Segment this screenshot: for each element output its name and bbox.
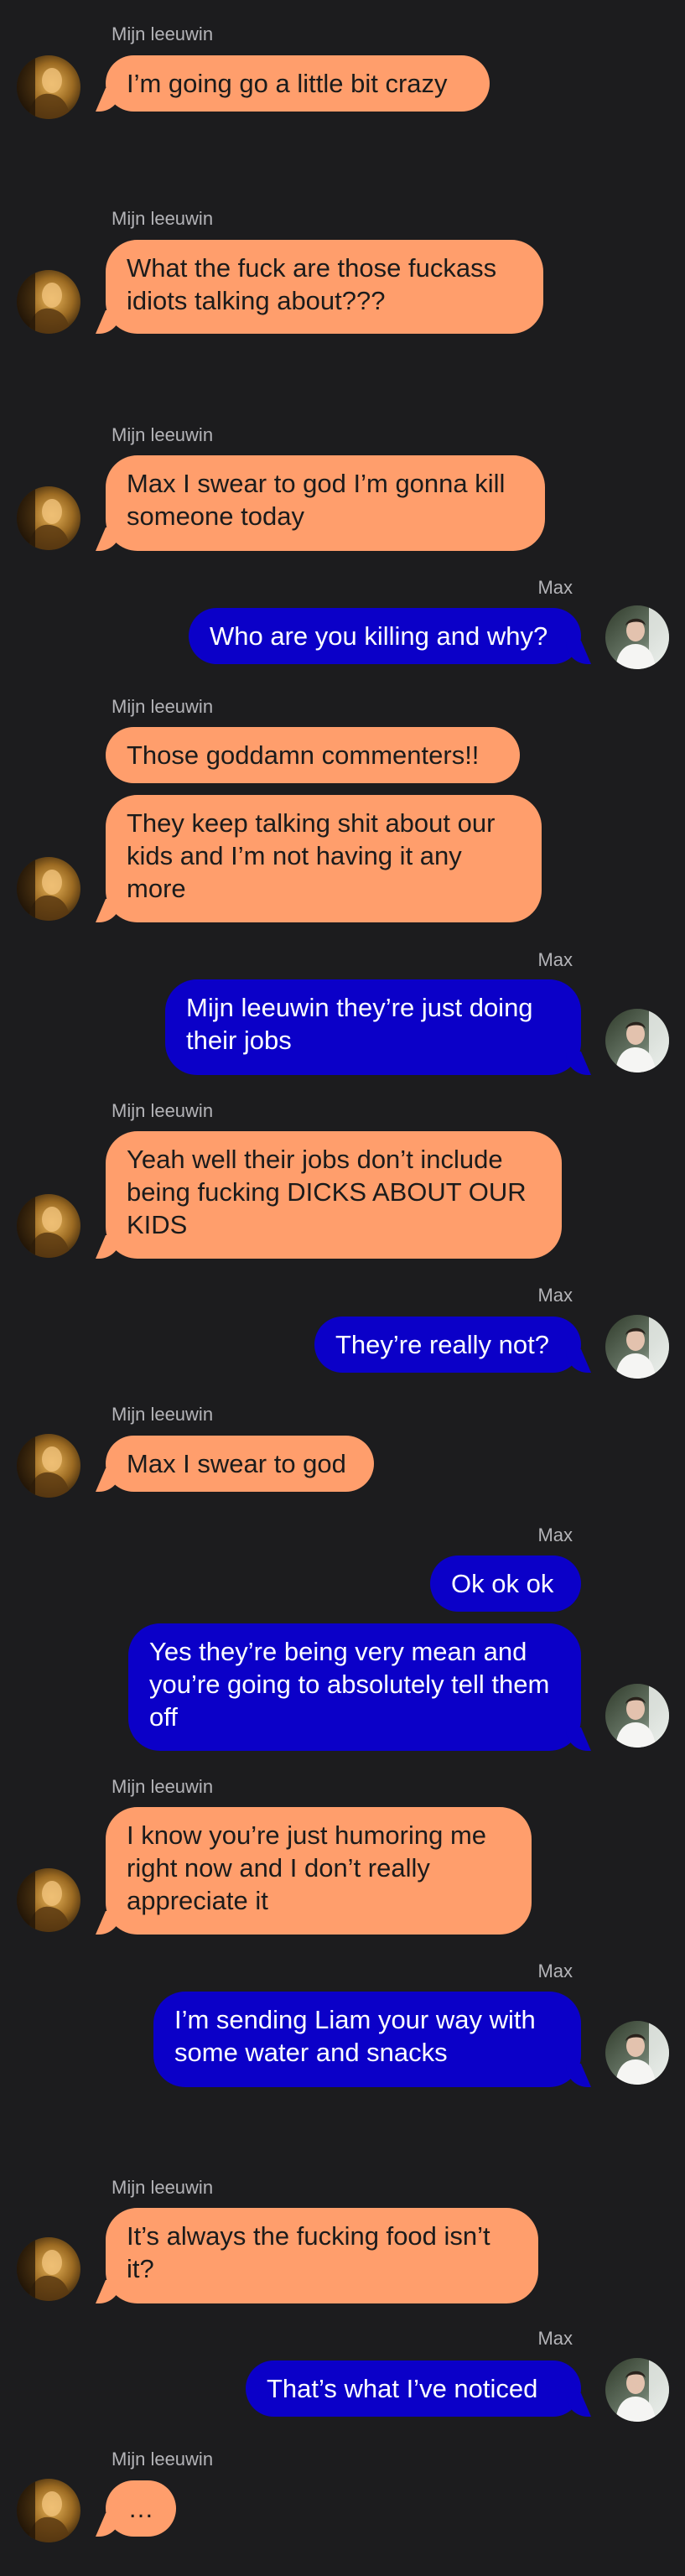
sender-name: Mijn leeuwin — [112, 696, 214, 717]
avatar[interactable] — [17, 1868, 80, 1932]
avatar[interactable] — [17, 486, 80, 550]
sender-name: Max — [537, 1524, 573, 1545]
sender-name: Mijn leeuwin — [112, 424, 214, 445]
avatar-photo-icon — [17, 270, 80, 334]
message-thread[interactable]: Mijn leeuwin I’m going go a little bit c… — [0, 0, 685, 2576]
sender-name: Max — [537, 577, 573, 598]
message-bubble-outgoing[interactable]: They’re really not? — [314, 1317, 581, 1373]
avatar[interactable] — [605, 2358, 669, 2422]
message-bubble-outgoing[interactable]: Mijn leeuwin they’re just doing their jo… — [165, 979, 581, 1075]
avatar[interactable] — [605, 1009, 669, 1072]
message-bubble-incoming[interactable]: It’s always the fucking food isn’t it? — [106, 2208, 538, 2303]
message-bubble-incoming[interactable]: They keep talking shit about our kids an… — [106, 795, 542, 922]
message-bubble-outgoing[interactable]: That’s what I’ve noticed — [246, 2360, 581, 2417]
avatar[interactable] — [17, 55, 80, 119]
sender-name: Max — [537, 1961, 573, 1981]
sender-name: Mijn leeuwin — [112, 2177, 214, 2198]
avatar[interactable] — [17, 2237, 80, 2301]
avatar-photo-icon — [605, 1009, 669, 1072]
avatar-photo-icon — [17, 486, 80, 550]
sender-name: Max — [537, 2328, 573, 2349]
message-bubble-incoming[interactable]: I’m going go a little bit crazy — [106, 55, 490, 112]
sender-name: Max — [537, 1285, 573, 1306]
avatar-photo-icon — [17, 2237, 80, 2301]
message-bubble-incoming[interactable]: What the fuck are those fuckass idiots t… — [106, 240, 543, 334]
avatar-photo-icon — [605, 2358, 669, 2422]
sender-name: Max — [537, 949, 573, 970]
avatar-photo-icon — [605, 2021, 669, 2085]
message-bubble-outgoing[interactable]: Ok ok ok — [430, 1555, 581, 1612]
avatar[interactable] — [605, 605, 669, 669]
avatar-photo-icon — [17, 55, 80, 119]
sender-name: Mijn leeuwin — [112, 2449, 214, 2470]
sender-name: Mijn leeuwin — [112, 1100, 214, 1121]
message-bubble-outgoing[interactable]: I’m sending Liam your way with some wate… — [153, 1992, 581, 2087]
avatar[interactable] — [17, 2479, 80, 2542]
avatar-photo-icon — [605, 1684, 669, 1748]
avatar[interactable] — [17, 1434, 80, 1498]
message-bubble-incoming[interactable]: Max I swear to god I’m gonna kill someon… — [106, 455, 545, 551]
message-bubble-incoming[interactable]: Those goddamn commenters!! — [106, 727, 520, 783]
avatar-photo-icon — [17, 1434, 80, 1498]
avatar-photo-icon — [605, 605, 669, 669]
message-bubble-incoming[interactable]: Max I swear to god — [106, 1436, 374, 1492]
typing-bubble[interactable]: … — [106, 2480, 176, 2537]
sender-name: Mijn leeuwin — [112, 208, 214, 229]
avatar-photo-icon — [17, 857, 80, 921]
message-bubble-outgoing[interactable]: Who are you killing and why? — [189, 608, 581, 664]
sender-name: Mijn leeuwin — [112, 1404, 214, 1425]
avatar[interactable] — [17, 1194, 80, 1258]
message-bubble-outgoing[interactable]: Yes they’re being very mean and you’re g… — [128, 1623, 581, 1751]
avatar[interactable] — [17, 857, 80, 921]
sender-name: Mijn leeuwin — [112, 23, 214, 44]
avatar-photo-icon — [605, 1315, 669, 1379]
sender-name: Mijn leeuwin — [112, 1776, 214, 1797]
avatar-photo-icon — [17, 1194, 80, 1258]
avatar[interactable] — [605, 1315, 669, 1379]
avatar[interactable] — [17, 270, 80, 334]
avatar-photo-icon — [17, 1868, 80, 1932]
message-bubble-incoming[interactable]: Yeah well their jobs don’t include being… — [106, 1131, 562, 1259]
avatar[interactable] — [605, 1684, 669, 1748]
avatar-photo-icon — [17, 2479, 80, 2542]
message-bubble-incoming[interactable]: I know you’re just humoring me right now… — [106, 1807, 532, 1935]
avatar[interactable] — [605, 2021, 669, 2085]
